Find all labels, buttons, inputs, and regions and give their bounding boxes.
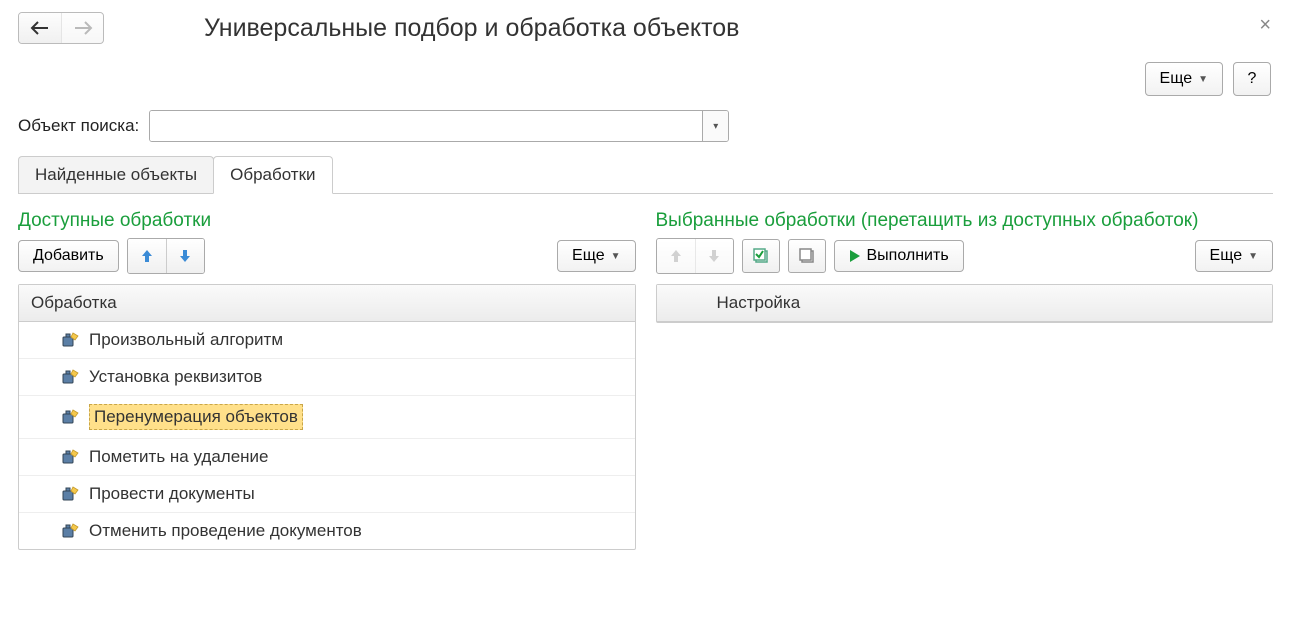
- tab-found-objects[interactable]: Найденные объекты: [18, 156, 214, 193]
- tab-bar: Найденные объекты Обработки: [18, 156, 1273, 194]
- available-column-header: Обработка: [19, 285, 635, 322]
- search-input[interactable]: [150, 111, 702, 141]
- nav-group: [18, 12, 104, 44]
- move-up-button[interactable]: [657, 239, 695, 273]
- chevron-down-icon: ▼: [611, 251, 621, 262]
- list-item[interactable]: Провести документы: [19, 476, 635, 513]
- list-item-label: Пометить на удаление: [89, 447, 269, 467]
- arrow-left-icon: [30, 21, 50, 35]
- chevron-down-icon: ▼: [1248, 251, 1258, 262]
- more-label: Еще: [572, 247, 605, 265]
- processing-item-icon: [61, 331, 79, 349]
- arrow-right-icon: [73, 21, 93, 35]
- check-all-button[interactable]: [742, 239, 780, 273]
- list-item-label: Провести документы: [89, 484, 255, 504]
- move-down-button[interactable]: [695, 239, 733, 273]
- processing-item-icon: [61, 522, 79, 540]
- more-button-left[interactable]: Еще ▼: [557, 240, 635, 272]
- chevron-down-icon: ▼: [1198, 74, 1208, 85]
- add-button[interactable]: Добавить: [18, 240, 119, 272]
- selected-title: Выбранные обработки (перетащить из досту…: [656, 210, 1274, 232]
- uncheck-all-button[interactable]: [788, 239, 826, 273]
- close-icon[interactable]: ×: [1259, 14, 1271, 37]
- selected-processing-panel: Выбранные обработки (перетащить из досту…: [656, 210, 1274, 550]
- list-item-label: Отменить проведение документов: [89, 521, 362, 541]
- play-icon: [849, 249, 861, 263]
- list-item[interactable]: Перенумерация объектов: [19, 396, 635, 439]
- processing-item-icon: [61, 485, 79, 503]
- uncheck-all-icon: [798, 247, 816, 265]
- list-item[interactable]: Установка реквизитов: [19, 359, 635, 396]
- list-item-label: Перенумерация объектов: [89, 404, 303, 430]
- search-combo[interactable]: ▾: [149, 110, 729, 142]
- selected-table: Настройка: [656, 284, 1274, 323]
- forward-button[interactable]: [61, 13, 103, 43]
- arrow-down-icon: [707, 248, 721, 264]
- page-title: Универсальные подбор и обработка объекто…: [204, 14, 739, 43]
- more-button-top[interactable]: Еще ▼: [1145, 62, 1223, 96]
- available-table: Обработка Произвольный алгоритм Установка…: [18, 284, 636, 550]
- processing-item-icon: [61, 408, 79, 426]
- selected-column-header: Настройка: [657, 285, 1273, 322]
- search-label: Объект поиска:: [18, 116, 139, 136]
- tab-processing[interactable]: Обработки: [213, 156, 332, 194]
- available-processing-panel: Доступные обработки Добавить Еще ▼ Обраб…: [18, 210, 636, 550]
- execute-button[interactable]: Выполнить: [834, 240, 964, 272]
- move-buttons: [127, 238, 205, 274]
- available-title: Доступные обработки: [18, 210, 636, 232]
- more-label: Еще: [1210, 247, 1243, 265]
- list-item[interactable]: Произвольный алгоритм: [19, 322, 635, 359]
- move-buttons-right: [656, 238, 734, 274]
- help-button[interactable]: ?: [1233, 62, 1271, 96]
- move-up-button[interactable]: [128, 239, 166, 273]
- arrow-down-icon: [178, 248, 192, 264]
- search-dropdown-button[interactable]: ▾: [702, 111, 728, 141]
- check-all-icon: [752, 247, 770, 265]
- more-label: Еще: [1160, 70, 1193, 88]
- more-button-right[interactable]: Еще ▼: [1195, 240, 1273, 272]
- arrow-up-icon: [140, 248, 154, 264]
- move-down-button[interactable]: [166, 239, 204, 273]
- processing-item-icon: [61, 448, 79, 466]
- arrow-up-icon: [669, 248, 683, 264]
- help-label: ?: [1248, 70, 1257, 88]
- back-button[interactable]: [19, 13, 61, 43]
- processing-item-icon: [61, 368, 79, 386]
- list-item[interactable]: Пометить на удаление: [19, 439, 635, 476]
- list-item-label: Установка реквизитов: [89, 367, 262, 387]
- chevron-down-icon: ▾: [713, 121, 718, 132]
- list-item-label: Произвольный алгоритм: [89, 330, 283, 350]
- list-item[interactable]: Отменить проведение документов: [19, 513, 635, 549]
- execute-label: Выполнить: [867, 247, 949, 265]
